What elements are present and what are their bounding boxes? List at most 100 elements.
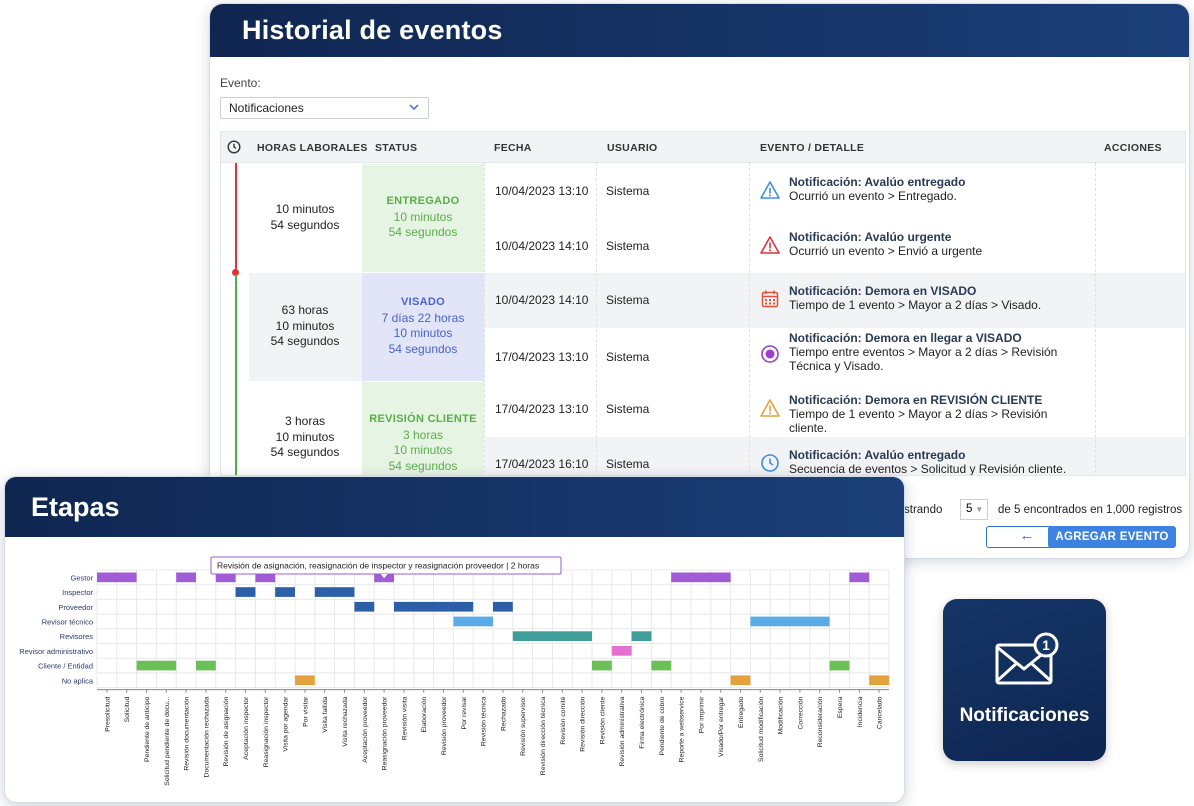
row-label: Revisores (60, 632, 94, 641)
evento-desc: Secuencia de eventos > Solicitud y Revis… (789, 462, 1067, 476)
stage-bar (869, 675, 889, 686)
column-label: Pendiente de cobro (659, 696, 666, 755)
column-label: Revisión cliente (599, 696, 606, 744)
evento-title: Notificación: Avalúo urgente (789, 230, 952, 244)
column-label: Pendiente de anticipo (144, 696, 151, 762)
stage-bar (592, 660, 612, 671)
stage-bar (849, 572, 870, 583)
hours-line: 54 segundos (270, 334, 340, 348)
column-label: Reconsideración (817, 696, 824, 747)
stage-bar (750, 616, 830, 627)
column-label: Documentación rechazada (203, 696, 210, 777)
column-label: Revisión comité (560, 696, 567, 744)
stage-bar (730, 675, 751, 686)
add-event-button[interactable]: AGREGAR EVENTO (1048, 526, 1176, 548)
event-group: 3 horas 10 minutos 54 segundos REVISIÓN … (249, 382, 1185, 476)
clock-blue-icon (760, 453, 780, 473)
stage-bar (295, 675, 315, 686)
notificaciones-tile[interactable]: 1 Notificaciones (943, 599, 1106, 761)
column-label: Incidencia (857, 696, 864, 727)
column-label: Reasignación inspector (263, 696, 270, 767)
notification-badge: 1 (1042, 637, 1050, 653)
stage-bar (394, 601, 474, 612)
row-label: Cliente / Entidad (38, 662, 93, 671)
column-label: Solicitud pendiente de docu... (164, 696, 171, 785)
column-label: Revisión dirección (580, 696, 587, 751)
column-label: Visita por agendar (283, 696, 290, 752)
stage-bar (314, 587, 355, 597)
etapas-panel: Etapas Gestor Inspector Proveedor Revisor t… (4, 476, 905, 803)
arrow-left-icon: ← (1019, 527, 1035, 544)
hours-line: 54 segundos (270, 445, 340, 459)
hours-line: 10 minutos (275, 429, 335, 444)
fecha-cell: 10/04/2023 14:10 (495, 239, 589, 253)
column-divider (596, 163, 597, 475)
radio-circle-icon (760, 344, 780, 364)
column-label: Presolicitud (104, 696, 111, 731)
usuario-cell: Sistema (606, 239, 650, 253)
status-time: 54 segundos (388, 458, 458, 473)
hours-cell: 10 minutos 54 segundos (249, 202, 361, 233)
column-label: Corrección (797, 696, 804, 729)
usuario-cell: Sistema (606, 293, 650, 307)
pagination-showing: strando (904, 504, 943, 516)
hours-cell: 3 horas 10 minutos 54 segundos (249, 414, 361, 461)
fecha-cell: 17/04/2023 16:10 (495, 457, 589, 471)
status-time: 3 horas (402, 427, 444, 442)
stage-bar (611, 646, 632, 656)
col-fecha: FECHA (494, 142, 532, 154)
stage-bar (493, 601, 513, 612)
hours-cell: 63 horas 10 minutos 54 segundos (249, 303, 361, 350)
events-table: HORAS LABORALES STATUS FECHA USUARIO EVE… (220, 131, 1186, 476)
column-label: Cancelado (877, 696, 884, 729)
column-label: Visita fallida (322, 696, 329, 732)
evento-desc: Tiempo entre eventos > Mayor a 2 días > … (789, 345, 1058, 373)
historial-title: Historial de eventos (242, 15, 503, 45)
evento-title: Notificación: Demora en VISADO (789, 284, 977, 298)
stage-bar (354, 601, 375, 612)
col-acciones: ACCIONES (1104, 142, 1162, 154)
evento-desc: Ocurrió un evento > Entregado. (789, 189, 957, 203)
column-label: Revisión administrativa (619, 696, 626, 766)
evento-title: Notificación: Avalúo entregado (789, 175, 966, 189)
table-row: 17/04/2023 13:10 Sistema Notificación: D… (485, 382, 1185, 436)
column-label: Rechazado (500, 696, 507, 731)
evento-select[interactable]: Notificaciones (220, 97, 429, 119)
page-size-value: 5 (966, 503, 973, 515)
page-size-select[interactable]: 5 ▼ (960, 499, 988, 520)
stage-bar (631, 631, 652, 641)
row-label: Revisor técnico (42, 617, 93, 626)
column-label: Por visitar (302, 696, 309, 727)
column-label: Solicitud modificación (758, 696, 765, 762)
column-label: Revisión proveedor (441, 696, 448, 755)
hours-line: 63 horas (281, 303, 329, 317)
column-label: Reasignación proveedor (382, 696, 389, 770)
status-time: 7 días 22 horas (381, 310, 465, 325)
stage-bar (671, 572, 731, 583)
row-label: Revisor administrativo (19, 647, 93, 656)
notificaciones-label: Notificaciones (959, 705, 1090, 726)
column-divider (749, 163, 750, 475)
usuario-cell: Sistema (606, 402, 650, 416)
table-row: 10/04/2023 14:10 Sistema Notificación: D… (485, 273, 1185, 327)
hours-line: 54 segundos (270, 217, 340, 232)
status-cell: REVISIÓN CLIENTE 3 horas 10 minutos 54 s… (362, 382, 484, 475)
calendar-icon (760, 289, 780, 309)
evento-select-value: Notificaciones (229, 101, 304, 115)
status-time: 10 minutos (393, 209, 453, 224)
evento-title: Notificación: Demora en llegar a VISADO (789, 331, 1022, 345)
col-usuario: USUARIO (607, 142, 658, 154)
column-label: Por revisar (461, 696, 468, 730)
timeline-green (235, 275, 237, 475)
evento-title: Notificación: Demora en REVISIÓN CLIENTE (789, 393, 1043, 407)
warning-red-icon (760, 235, 780, 255)
historial-header: Historial de eventos (210, 4, 1189, 57)
info-triangle-icon (760, 180, 780, 200)
column-label: Visado/Por entregar (718, 696, 725, 757)
column-label: Revisión de asignación (223, 696, 230, 766)
evento-label: Evento: (220, 76, 261, 90)
evento-desc: Tiempo de 1 evento > Mayor a 2 días > Re… (789, 407, 1048, 435)
row-label: Proveedor (58, 603, 93, 612)
column-label: Aceptación proveedor (362, 696, 369, 763)
hours-line: 10 minutos (275, 202, 335, 216)
